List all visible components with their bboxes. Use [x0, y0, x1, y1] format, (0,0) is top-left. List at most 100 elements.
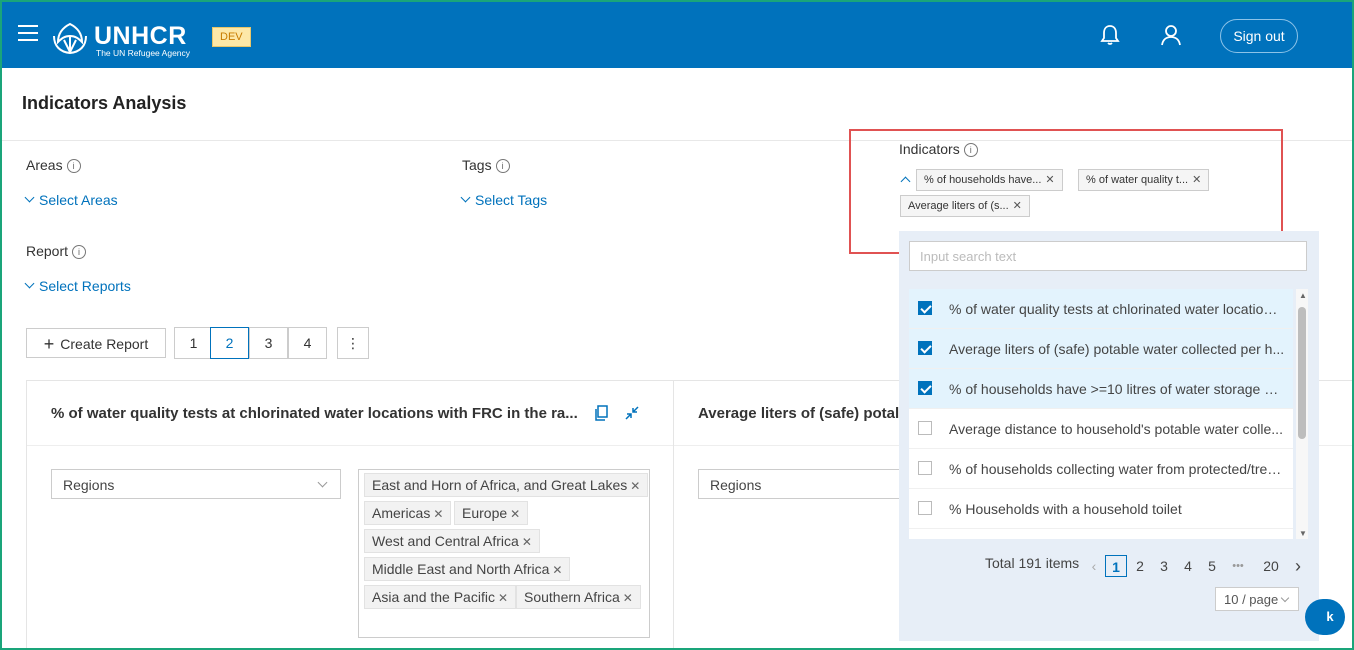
prev-page-icon[interactable]: ‹	[1083, 555, 1105, 577]
close-icon[interactable]: ✕	[498, 591, 508, 605]
report-page-3[interactable]: 3	[249, 327, 288, 359]
report-page-2[interactable]: 2	[210, 327, 249, 359]
scroll-up-icon[interactable]: ▲	[1299, 291, 1307, 300]
checkbox[interactable]	[918, 381, 932, 395]
close-icon[interactable]: ✕	[630, 479, 640, 493]
more-options-button[interactable]: ⋮	[337, 327, 369, 359]
indicator-option[interactable]: % Households with a household toilet	[909, 489, 1293, 529]
select-areas-toggle[interactable]: Select Areas	[24, 192, 118, 208]
pagination-page[interactable]: 2	[1129, 555, 1151, 577]
region-chip[interactable]: East and Horn of Africa, and Great Lakes…	[364, 473, 649, 497]
tags-label-text: Tags	[462, 157, 492, 173]
pagination-page[interactable]: 3	[1153, 555, 1175, 577]
regions-multiselect[interactable]: East and Horn of Africa, and Great Lakes…	[358, 469, 650, 638]
region-chip[interactable]: Americas ✕	[364, 501, 452, 525]
list-scrollbar[interactable]: ▲ ▼	[1296, 289, 1308, 539]
region-chip[interactable]: Southern Africa ✕	[516, 585, 641, 609]
checkbox[interactable]	[918, 461, 932, 475]
page-size-label: 10 / page	[1224, 592, 1279, 607]
card-divider	[27, 445, 674, 446]
select-areas-text: Select Areas	[39, 192, 118, 208]
region-chip-text: Asia and the Pacific	[372, 589, 495, 605]
close-icon[interactable]: ✕	[510, 507, 520, 521]
pagination-page[interactable]: 1	[1105, 555, 1127, 577]
select-reports-text: Select Reports	[39, 278, 131, 294]
indicator-option-label: % of water quality tests at chlorinated …	[949, 301, 1285, 317]
indicator-search-input[interactable]: Input search text	[909, 241, 1307, 271]
report-label: Report i	[26, 243, 87, 259]
indicator-option[interactable]: % of water quality tests at chlorinated …	[909, 289, 1293, 329]
indicator-option-label: % of households collecting water from pr…	[949, 461, 1285, 477]
indicators-dropdown-panel: Input search text % of water quality tes…	[899, 231, 1319, 641]
region-chip-text: Middle East and North Africa	[372, 561, 550, 577]
areas-label: Areas i	[26, 157, 81, 173]
regions-dropdown[interactable]: Regions	[51, 469, 341, 499]
top-header: UNHCR The UN Refugee Agency DEV Sign out	[2, 2, 1352, 68]
next-page-icon[interactable]: ›	[1287, 555, 1309, 577]
copy-icon[interactable]	[595, 405, 609, 426]
sign-out-button[interactable]: Sign out	[1220, 19, 1298, 53]
checkbox[interactable]	[918, 341, 932, 355]
region-chip[interactable]: West and Central Africa ✕	[364, 529, 540, 553]
tags-label: Tags i	[462, 157, 510, 173]
indicator-option-label: % of households have >=10 litres of wate…	[949, 381, 1285, 397]
chevron-down-icon	[1280, 593, 1290, 603]
menu-icon[interactable]	[18, 25, 38, 43]
chevron-down-icon	[317, 477, 328, 488]
select-tags-text: Select Tags	[475, 192, 548, 208]
report-page-1[interactable]: 1	[174, 327, 213, 359]
collapse-icon[interactable]	[625, 406, 639, 425]
create-report-button[interactable]: + Create Report	[26, 328, 166, 358]
feedback-button[interactable]: k	[1305, 599, 1345, 635]
indicator-option[interactable]: Average liters of (safe) potable water c…	[909, 329, 1293, 369]
plus-icon: +	[43, 334, 55, 354]
region-chip-text: Americas	[372, 505, 431, 521]
select-reports-toggle[interactable]: Select Reports	[24, 278, 131, 294]
close-icon[interactable]: ✕	[522, 535, 532, 549]
bell-icon[interactable]	[1100, 24, 1120, 51]
region-chip[interactable]: Europe ✕	[454, 501, 529, 525]
region-chip[interactable]: Asia and the Pacific ✕	[364, 585, 517, 609]
indicator-option[interactable]: Average distance to household's potable …	[909, 409, 1293, 449]
close-icon[interactable]: ✕	[552, 563, 562, 577]
report-page-4[interactable]: 4	[288, 327, 327, 359]
areas-label-text: Areas	[26, 157, 63, 173]
app-frame: UNHCR The UN Refugee Agency DEV Sign out…	[0, 0, 1354, 650]
pagination-ellipsis[interactable]: •••	[1227, 555, 1249, 577]
feedback-label: k	[1326, 609, 1334, 624]
card-title: % of water quality tests at chlorinated …	[51, 405, 578, 422]
report-label-text: Report	[26, 243, 69, 259]
pagination-page[interactable]: 20	[1260, 555, 1282, 577]
chevron-down-icon	[24, 278, 35, 289]
indicator-option-label: % Households with a household toilet	[949, 501, 1182, 517]
unhcr-emblem-icon	[53, 22, 87, 54]
pagination-page[interactable]: 5	[1201, 555, 1223, 577]
indicator-option[interactable]: % of households collecting water from pr…	[909, 449, 1293, 489]
indicator-option-label: Average distance to household's potable …	[949, 421, 1283, 437]
page-size-select[interactable]: 10 / page	[1215, 587, 1299, 611]
env-badge: DEV	[212, 27, 251, 47]
page-title: Indicators Analysis	[22, 93, 187, 113]
info-icon[interactable]: i	[66, 159, 81, 173]
checkbox[interactable]	[918, 421, 932, 435]
chevron-down-icon	[460, 192, 471, 203]
indicator-option-label: Average liters of (safe) potable water c…	[949, 341, 1285, 357]
close-icon[interactable]: ✕	[433, 507, 443, 521]
region-chip[interactable]: Middle East and North Africa ✕	[364, 557, 571, 581]
pagination-page[interactable]: 4	[1177, 555, 1199, 577]
close-icon[interactable]: ✕	[623, 591, 633, 605]
regions-dropdown-label: Regions	[63, 477, 115, 493]
region-chip-text: East and Horn of Africa, and Great Lakes	[372, 477, 628, 493]
checkbox[interactable]	[918, 501, 932, 515]
logo-text: UNHCR	[94, 22, 187, 50]
info-icon[interactable]: i	[72, 245, 87, 259]
user-icon[interactable]	[1160, 24, 1182, 51]
scroll-down-icon[interactable]: ▼	[1299, 529, 1307, 538]
select-tags-toggle[interactable]: Select Tags	[460, 192, 548, 208]
checkbox[interactable]	[918, 301, 932, 315]
scrollbar-thumb[interactable]	[1298, 307, 1306, 439]
region-chip-text: West and Central Africa	[372, 533, 519, 549]
indicator-option[interactable]: % of households have >=10 litres of wate…	[909, 369, 1293, 409]
regions-dropdown-label: Regions	[710, 477, 762, 493]
info-icon[interactable]: i	[495, 159, 510, 173]
